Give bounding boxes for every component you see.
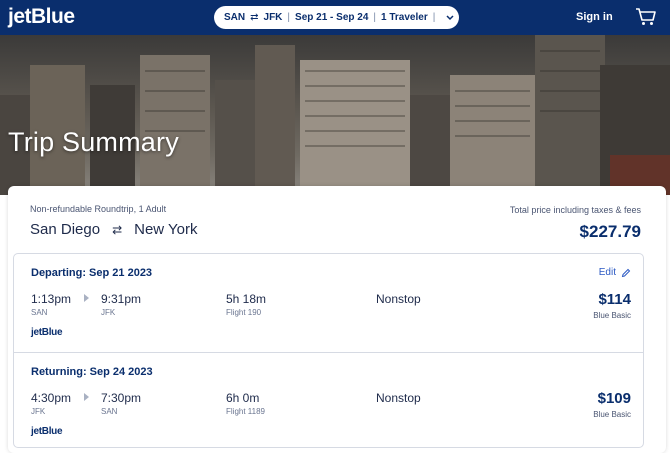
depart-time: 4:30pm xyxy=(31,391,72,405)
fare-type: Blue Basic xyxy=(593,311,631,320)
hero-city-image: Trip Summary xyxy=(0,35,670,195)
swap-arrows-icon: ⇄ xyxy=(112,222,123,237)
divider: | xyxy=(373,12,377,23)
flight-number: Flight 1189 xyxy=(226,407,265,416)
skyline-illustration xyxy=(0,35,670,195)
destination-city: New York xyxy=(134,221,198,238)
departing-segment: Departing: Sep 21 2023 Edit 1:13pm SAN 9… xyxy=(14,254,643,351)
search-travelers: 1 Traveler xyxy=(381,12,428,23)
edit-label: Edit xyxy=(598,267,616,278)
flight-search-summary[interactable]: SAN ⇄ JFK | Sep 21 - Sep 24 | 1 Traveler… xyxy=(214,6,459,29)
pencil-icon xyxy=(621,268,631,277)
edit-button[interactable]: Edit xyxy=(599,267,631,278)
jetblue-logo[interactable]: jetBlue xyxy=(8,5,75,29)
arrow-right-icon xyxy=(84,393,89,401)
cart-icon[interactable] xyxy=(635,7,657,27)
page-title: Trip Summary xyxy=(8,127,179,157)
chevron-down-icon[interactable] xyxy=(446,13,454,23)
depart-time: 1:13pm xyxy=(31,292,72,306)
stops: Nonstop xyxy=(376,391,421,405)
trip-summary-card: Non-refundable Roundtrip, 1 Adult San Di… xyxy=(8,186,666,453)
flight-number: Flight 190 xyxy=(226,308,262,317)
origin-city: San Diego xyxy=(30,221,101,238)
departing-heading: Departing: Sep 21 2023 xyxy=(31,267,153,279)
depart-airport-code: JFK xyxy=(31,407,46,416)
carrier-logo: jetBlue xyxy=(31,426,63,437)
search-dates: Sep 21 - Sep 24 xyxy=(295,12,369,23)
flight-duration: 5h 18m xyxy=(226,292,267,306)
trip-type-label: Non-refundable Roundtrip, 1 Adult xyxy=(30,204,167,214)
search-destination: JFK xyxy=(263,12,283,23)
sign-in-link[interactable]: Sign in xyxy=(576,11,613,23)
carrier-logo: jetBlue xyxy=(31,327,63,338)
search-origin: SAN xyxy=(224,12,246,23)
arrive-time: 7:30pm xyxy=(101,391,142,405)
segment-price: $109 xyxy=(597,390,631,407)
fare-type: Blue Basic xyxy=(593,410,631,419)
flight-duration: 6h 0m xyxy=(226,391,260,405)
top-nav-bar: jetBlue SAN ⇄ JFK | Sep 21 - Sep 24 | 1 … xyxy=(0,0,670,35)
total-price-label: Total price including taxes & fees xyxy=(509,205,641,215)
divider: | xyxy=(432,12,436,23)
arrive-time: 9:31pm xyxy=(101,292,142,306)
arrive-airport-code: JFK xyxy=(101,308,116,317)
total-price: $227.79 xyxy=(579,222,641,241)
arrow-right-icon xyxy=(84,294,89,302)
depart-airport-code: SAN xyxy=(31,308,48,317)
divider: | xyxy=(287,12,291,23)
route-cities: San Diego ⇄ New York xyxy=(30,221,198,238)
flight-segments: Departing: Sep 21 2023 Edit 1:13pm SAN 9… xyxy=(13,253,644,448)
returning-heading: Returning: Sep 24 2023 xyxy=(31,366,153,378)
returning-segment: Returning: Sep 24 2023 4:30pm JFK 7:30pm… xyxy=(14,352,643,449)
segment-price: $114 xyxy=(598,291,631,308)
arrive-airport-code: SAN xyxy=(101,407,118,416)
swap-arrows-icon: ⇄ xyxy=(250,12,259,23)
stops: Nonstop xyxy=(376,292,421,306)
